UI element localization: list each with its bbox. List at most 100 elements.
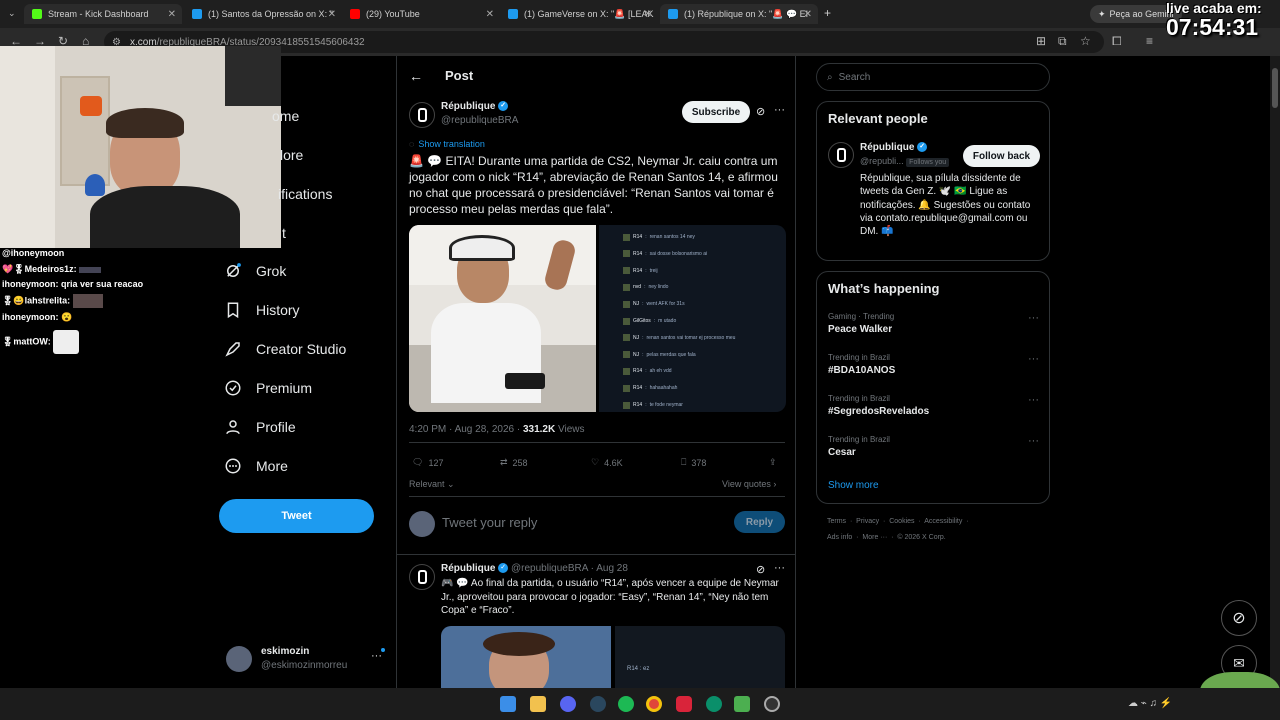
- subscribe-button[interactable]: Subscribe: [682, 101, 750, 123]
- chrome-icon[interactable]: [646, 696, 662, 712]
- nav-more[interactable]: More: [224, 457, 288, 475]
- close-icon[interactable]: ✕: [486, 9, 494, 20]
- nav-notifications[interactable]: ifications: [278, 186, 332, 202]
- reply-author-row[interactable]: République ✓ @republiqueBRA · Aug 28: [441, 563, 628, 574]
- view-quotes-link[interactable]: View quotes ›: [722, 479, 776, 489]
- grok-post-icon[interactable]: ⊘: [756, 105, 765, 118]
- player-message: ah eh vdd: [649, 368, 672, 375]
- author-handle[interactable]: @republiqueBRA: [441, 115, 518, 126]
- trend-item[interactable]: Trending in Brazil #SegredosRevelados: [828, 394, 929, 417]
- author-name-row[interactable]: République ✓: [441, 101, 509, 112]
- more-dots-icon[interactable]: ···: [371, 650, 382, 662]
- menu-icon[interactable]: ≡: [1146, 34, 1153, 48]
- extensions-icon[interactable]: ⧠: [1112, 34, 1122, 49]
- more-dots-icon[interactable]: ···: [774, 562, 785, 574]
- show-more-link[interactable]: Show more: [828, 480, 879, 491]
- separator: :: [653, 318, 656, 324]
- more-dots-icon[interactable]: ···: [1028, 435, 1039, 447]
- footer-links[interactable]: Terms · Privacy · Cookies · Accessibilit…: [827, 518, 969, 525]
- post-image-photo[interactable]: [409, 225, 596, 412]
- like-action[interactable]: ♡ 4.6K: [591, 457, 623, 468]
- scrollbar-thumb[interactable]: [1272, 68, 1278, 108]
- repost-action[interactable]: ⇄ 258: [500, 457, 528, 468]
- chat-line: 🎖😀lahstrelita:: [2, 294, 103, 308]
- new-tab-button[interactable]: +: [824, 6, 831, 20]
- tab-x-gameverse[interactable]: (1) GameVerse on X: "🚨 [LEAK ✕: [500, 4, 658, 24]
- nav-chat[interactable]: t: [282, 225, 286, 241]
- nav-explore[interactable]: lore: [280, 147, 303, 163]
- translate-icon[interactable]: ⊞: [1036, 34, 1046, 48]
- obs-red-icon[interactable]: [676, 696, 692, 712]
- tab-x-republique[interactable]: (1) République on X: "🚨 💬 EI ✕: [660, 4, 818, 24]
- minecraft-icon[interactable]: [734, 696, 750, 712]
- show-translation-label: Show translation: [418, 139, 485, 149]
- trend-item[interactable]: Trending in Brazil #BDA10ANOS: [828, 353, 895, 376]
- avatar: [226, 646, 252, 672]
- windows-start-icon[interactable]: [500, 696, 516, 712]
- spotify-icon[interactable]: [618, 696, 634, 712]
- trend-item[interactable]: Gaming · Trending Peace Walker: [828, 312, 894, 335]
- account-switcher[interactable]: eskimozin @eskimozinmorreu ···: [226, 644, 394, 676]
- tray-icons[interactable]: ☁ ⌁ ♫ ⚡: [1128, 698, 1172, 709]
- close-icon[interactable]: ✕: [644, 9, 652, 20]
- nav-home[interactable]: ome: [272, 108, 299, 124]
- bookmark-star-icon[interactable]: ☆: [1080, 34, 1091, 48]
- close-icon[interactable]: ✕: [168, 9, 176, 20]
- player-avatar-icon: [623, 283, 630, 291]
- install-icon[interactable]: ⧉: [1058, 34, 1067, 49]
- kick-icon: [32, 9, 42, 19]
- more-dots-icon[interactable]: ···: [1028, 312, 1039, 324]
- tab-youtube[interactable]: (29) YouTube ✕: [342, 4, 500, 24]
- nav-grok[interactable]: Grok: [224, 262, 286, 280]
- steam-icon[interactable]: [590, 696, 606, 712]
- follow-back-button[interactable]: Follow back: [963, 145, 1040, 167]
- bookmark-action[interactable]: ⎕ 378: [681, 457, 706, 468]
- tab-x-santos[interactable]: (1) Santos da Opressão on X: " ✕: [184, 4, 342, 24]
- app-green-icon[interactable]: [706, 696, 722, 712]
- more-dots-icon[interactable]: ···: [1028, 353, 1039, 365]
- grok-float-button[interactable]: ⊘: [1221, 600, 1257, 636]
- search-input[interactable]: ⌕ Search: [816, 63, 1050, 91]
- more-dots-icon[interactable]: ···: [774, 104, 785, 116]
- back-arrow-icon[interactable]: ←: [409, 68, 423, 84]
- file-explorer-icon[interactable]: [530, 696, 546, 712]
- person-name-row[interactable]: République ✓: [860, 142, 928, 153]
- trend-name: #BDA10ANOS: [828, 365, 896, 376]
- close-icon[interactable]: ✕: [804, 9, 812, 20]
- nav-premium[interactable]: Premium: [224, 379, 312, 397]
- post-image-chat[interactable]: R14: renan santos 14 ney R14: sai dosse bol…: [599, 225, 786, 412]
- author-avatar[interactable]: [409, 102, 435, 128]
- trend-item[interactable]: Trending in Brazil Cesar: [828, 435, 890, 458]
- reply-image-chat[interactable]: R14 : ez: [615, 626, 785, 688]
- obs-icon[interactable]: [764, 696, 780, 712]
- more-dots-icon[interactable]: ···: [1028, 394, 1039, 406]
- tweet-button[interactable]: Tweet: [219, 499, 374, 533]
- page-scrollbar[interactable]: [1270, 56, 1280, 688]
- person-avatar[interactable]: [828, 142, 854, 168]
- tab-list-icon[interactable]: ⌄: [8, 8, 16, 19]
- footer-links-2[interactable]: Ads info · More ··· · © 2026 X Corp.: [827, 534, 946, 541]
- close-icon[interactable]: ✕: [328, 9, 336, 20]
- reply-image-photo[interactable]: [441, 626, 611, 688]
- nav-profile[interactable]: Profile: [224, 418, 296, 436]
- relevant-people-card: Relevant people République ✓ @republi...…: [816, 101, 1050, 261]
- grok-post-icon[interactable]: ⊘: [756, 563, 765, 576]
- repost-icon: ⇄: [500, 457, 508, 467]
- relevant-sort[interactable]: Relevant ⌄: [409, 479, 455, 490]
- notification-dot: [381, 648, 385, 652]
- nav-creator-studio[interactable]: Creator Studio: [224, 340, 346, 358]
- reply-action[interactable]: 🗨 127: [412, 457, 443, 468]
- tab-kick[interactable]: Stream - Kick Dashboard ✕: [24, 4, 182, 24]
- show-translation-link[interactable]: ◌ Show translation: [409, 139, 485, 149]
- share-action[interactable]: ⇪: [769, 457, 777, 468]
- reply-button[interactable]: Reply: [734, 511, 785, 533]
- person-bio: République, sua pílula dissidente de twe…: [860, 173, 1031, 238]
- nav-history[interactable]: History: [224, 301, 300, 319]
- heart-icon: ♡: [591, 457, 600, 467]
- page-title: Post: [445, 68, 474, 83]
- reply-author-avatar[interactable]: [409, 564, 435, 590]
- chat-line: ihoneymoon: 😮: [2, 312, 72, 323]
- reply-input[interactable]: Tweet your reply: [442, 515, 537, 530]
- discord-icon[interactable]: [560, 696, 576, 712]
- repost-count: 258: [512, 457, 528, 468]
